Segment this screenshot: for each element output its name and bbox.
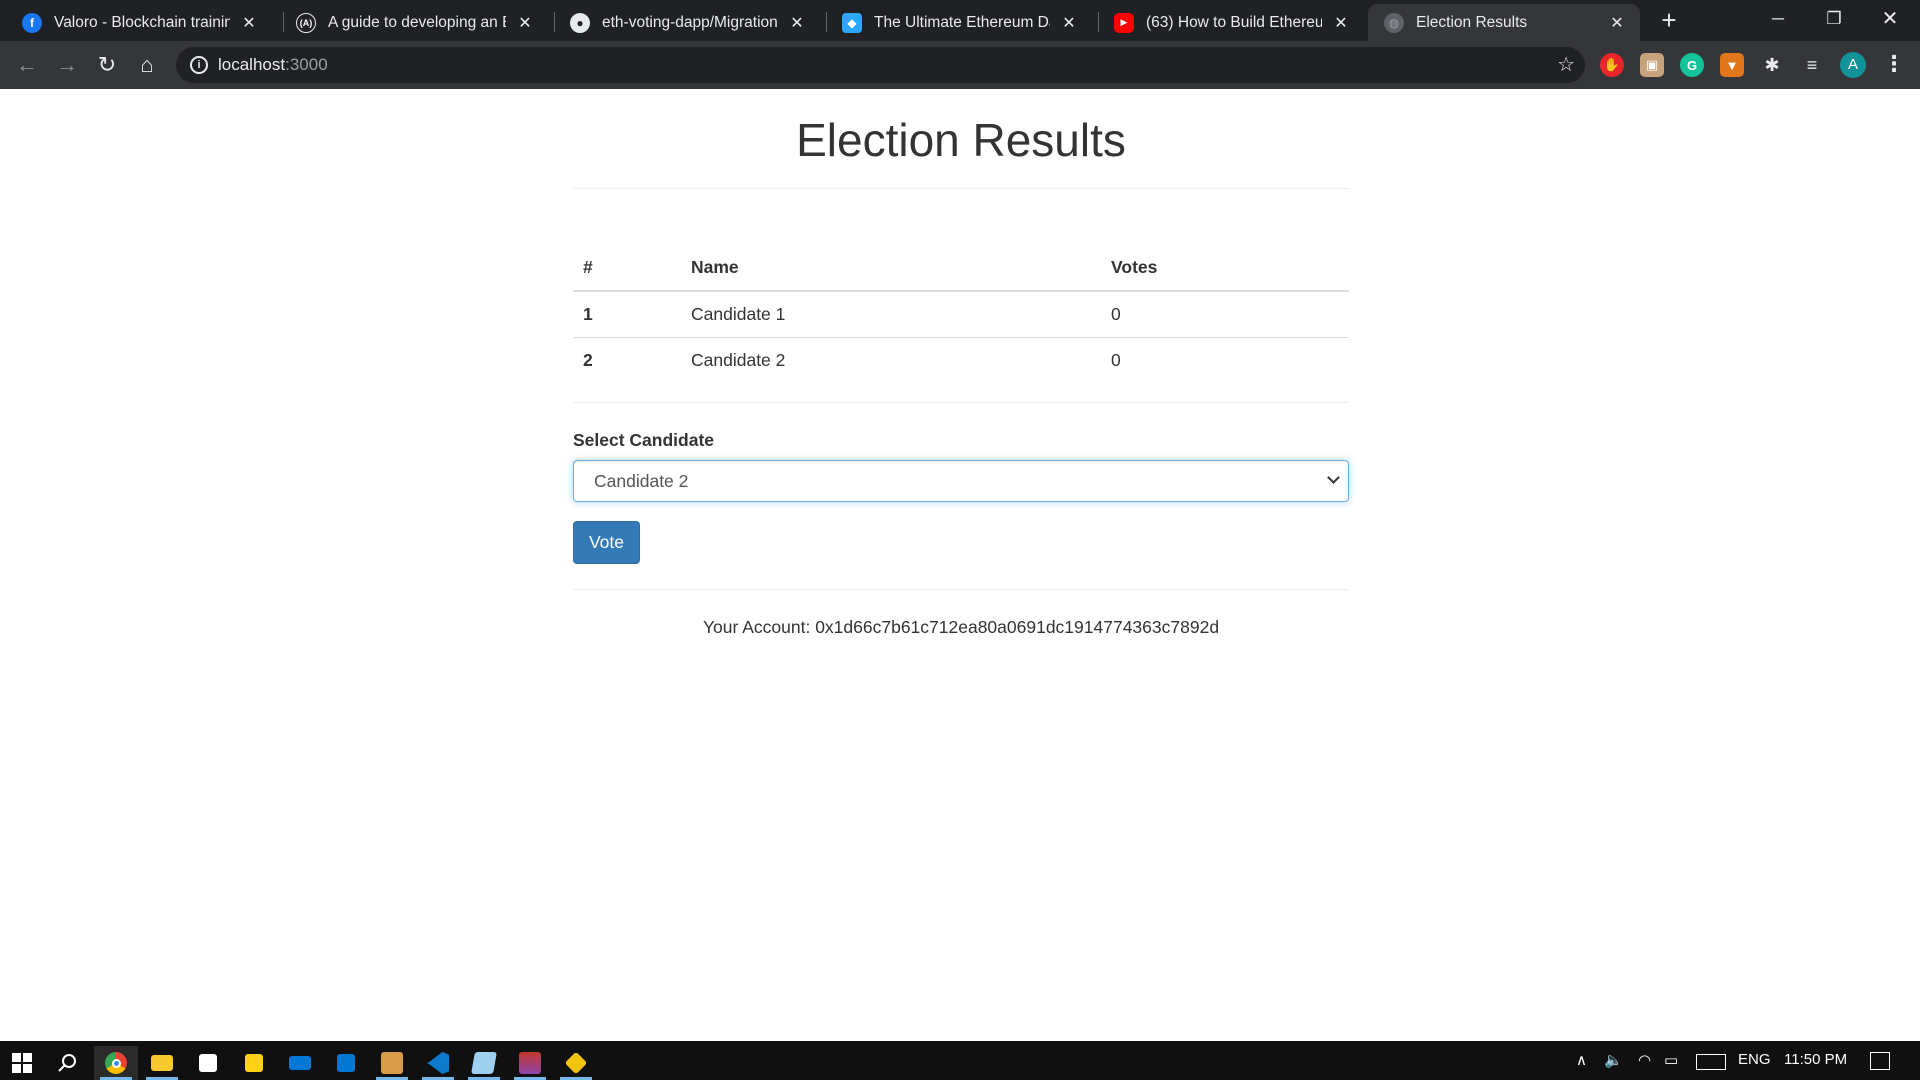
vscode-icon[interactable] [416,1046,460,1080]
close-icon[interactable]: ✕ [240,13,258,33]
close-icon[interactable]: ✕ [1332,13,1350,33]
info-icon[interactable]: i [190,56,208,74]
media-queue-icon[interactable]: ≡ [1800,53,1824,77]
battery-icon[interactable]: ▭ [1664,1051,1678,1069]
volume-icon[interactable]: 🔈 [1604,1051,1623,1069]
notification-center-icon[interactable] [1870,1052,1890,1070]
column-header-id: # [573,245,681,292]
grammarly-icon[interactable]: G [1680,53,1704,77]
archive-app-icon[interactable] [508,1046,552,1080]
tab-title: The Ultimate Ethereum Dapp [874,13,1050,31]
keyboard-icon[interactable] [1696,1054,1726,1070]
forward-icon[interactable]: → [50,48,84,82]
youtube-icon: ▶ [1114,12,1134,33]
close-icon[interactable]: ✕ [516,13,534,33]
column-header-name: Name [681,245,1101,292]
candidate-select[interactable]: Candidate 2 [573,460,1349,502]
wifi-icon[interactable]: ◠ [1638,1051,1651,1069]
page-title: Election Results [796,114,1126,166]
divider [573,589,1349,590]
new-tab-icon[interactable]: + [1654,6,1684,36]
table-row: 1 Candidate 1 0 [573,290,1349,337]
column-header-votes: Votes [1101,245,1349,292]
browser-toolbar: ← → ↻ ⌂ i localhost:3000 ☆ ✋ ▣ G ▼ ✱ ≡ A… [0,41,1920,89]
extension-box-icon[interactable]: ▣ [1640,53,1664,77]
home-icon[interactable]: ⌂ [130,48,164,82]
tab-title: Valoro - Blockchain training | [54,13,230,31]
site-logo-icon: ◆ [842,12,862,33]
browser-tab-5[interactable]: ▶ (63) How to Build Ethereum ✕ [1092,4,1364,41]
notepad-icon[interactable] [462,1046,506,1080]
url-text: localhost:3000 [218,55,328,75]
selected-candidate: Candidate 2 [594,471,689,491]
reload-icon[interactable]: ↻ [90,48,124,82]
results-table: # Name Votes 1 Candidate 1 0 2 Candidate… [573,245,1349,383]
tab-title: (63) How to Build Ethereum [1146,13,1322,31]
tab-title: Election Results [1416,13,1528,31]
file-explorer-icon[interactable] [140,1046,184,1080]
show-hidden-icons-chevron-icon[interactable]: ∧ [1576,1051,1587,1069]
windows-start-icon[interactable] [0,1046,44,1080]
url-port: :3000 [285,55,328,74]
close-icon[interactable]: ✕ [1060,13,1078,33]
browser-tab-2[interactable]: (A) A guide to developing an Eth ✕ [276,4,548,41]
table-header-row: # Name Votes [573,245,1349,292]
package-app-icon[interactable] [370,1046,414,1080]
back-icon[interactable]: ← [10,48,44,82]
divider [573,402,1349,403]
url-host: localhost [218,55,286,74]
browser-tab-3[interactable]: ● eth-voting-dapp/Migrations. ✕ [548,4,820,41]
chevron-down-icon [1327,471,1340,484]
github-icon: ● [570,12,590,33]
browser-tab-1[interactable]: f Valoro - Blockchain training | ✕ [0,4,272,41]
tab-strip: f Valoro - Blockchain training | ✕ (A) A… [0,0,1920,41]
browser-tab-active[interactable]: ◍ Election Results ✕ [1368,4,1640,41]
globe-icon: ◍ [1384,12,1404,33]
close-icon[interactable]: ✕ [1608,13,1626,33]
git-icon[interactable] [554,1046,598,1080]
taskbar: ∧ 🔈 ◠ ▭ ENG 11:50 PM [0,1041,1920,1080]
profile-avatar[interactable]: A [1840,52,1866,78]
calendar-icon[interactable] [324,1046,368,1080]
account-prefix: Your Account: [702,617,811,637]
sticky-notes-icon[interactable] [232,1046,276,1080]
metamask-icon[interactable]: ▼ [1720,53,1744,77]
language-indicator[interactable]: ENG [1738,1051,1771,1068]
extensions-puzzle-icon[interactable]: ✱ [1760,53,1784,77]
menu-dots-icon[interactable]: ⋮ [1883,51,1905,77]
tab-title: eth-voting-dapp/Migrations. [602,13,778,31]
clock[interactable]: 11:50 PM [1784,1051,1847,1068]
divider [573,188,1349,189]
address-bar[interactable]: i localhost:3000 ☆ [176,47,1585,83]
candidate-name: Candidate 2 [681,336,1101,383]
minimize-icon[interactable]: ─ [1750,0,1806,41]
candidate-votes: 0 [1101,336,1349,383]
restore-icon[interactable]: ❐ [1806,0,1862,41]
account-address: 0x1d66c7b61c712ea80a0691dc1914774363c789… [815,617,1220,637]
account-text: Your Account: 0x1d66c7b61c712ea80a0691dc… [573,617,1349,638]
facebook-icon: f [22,12,42,33]
table-row: 2 Candidate 2 0 [573,336,1349,383]
bookmark-star-icon[interactable]: ☆ [1557,52,1575,77]
candidate-id: 1 [573,290,681,337]
dev-logo-icon: (A) [296,12,316,33]
candidate-id: 2 [573,336,681,383]
vote-button[interactable]: Vote [573,521,640,564]
window-close-icon[interactable]: ✕ [1862,0,1918,41]
extension-red-icon[interactable]: ✋ [1600,53,1624,77]
store-icon[interactable] [186,1046,230,1080]
candidate-name: Candidate 1 [681,290,1101,337]
browser-tab-4[interactable]: ◆ The Ultimate Ethereum Dapp ✕ [820,4,1092,41]
close-icon[interactable]: ✕ [788,13,806,33]
mail-icon[interactable] [278,1046,322,1080]
chrome-taskbar-icon[interactable] [94,1046,138,1080]
web-page: Election Results # Name Votes 1 Candidat… [0,89,1920,1041]
search-icon[interactable] [46,1046,90,1080]
candidate-votes: 0 [1101,290,1349,337]
select-candidate-label: Select Candidate [573,430,715,450]
tab-title: A guide to developing an Eth [328,13,506,31]
